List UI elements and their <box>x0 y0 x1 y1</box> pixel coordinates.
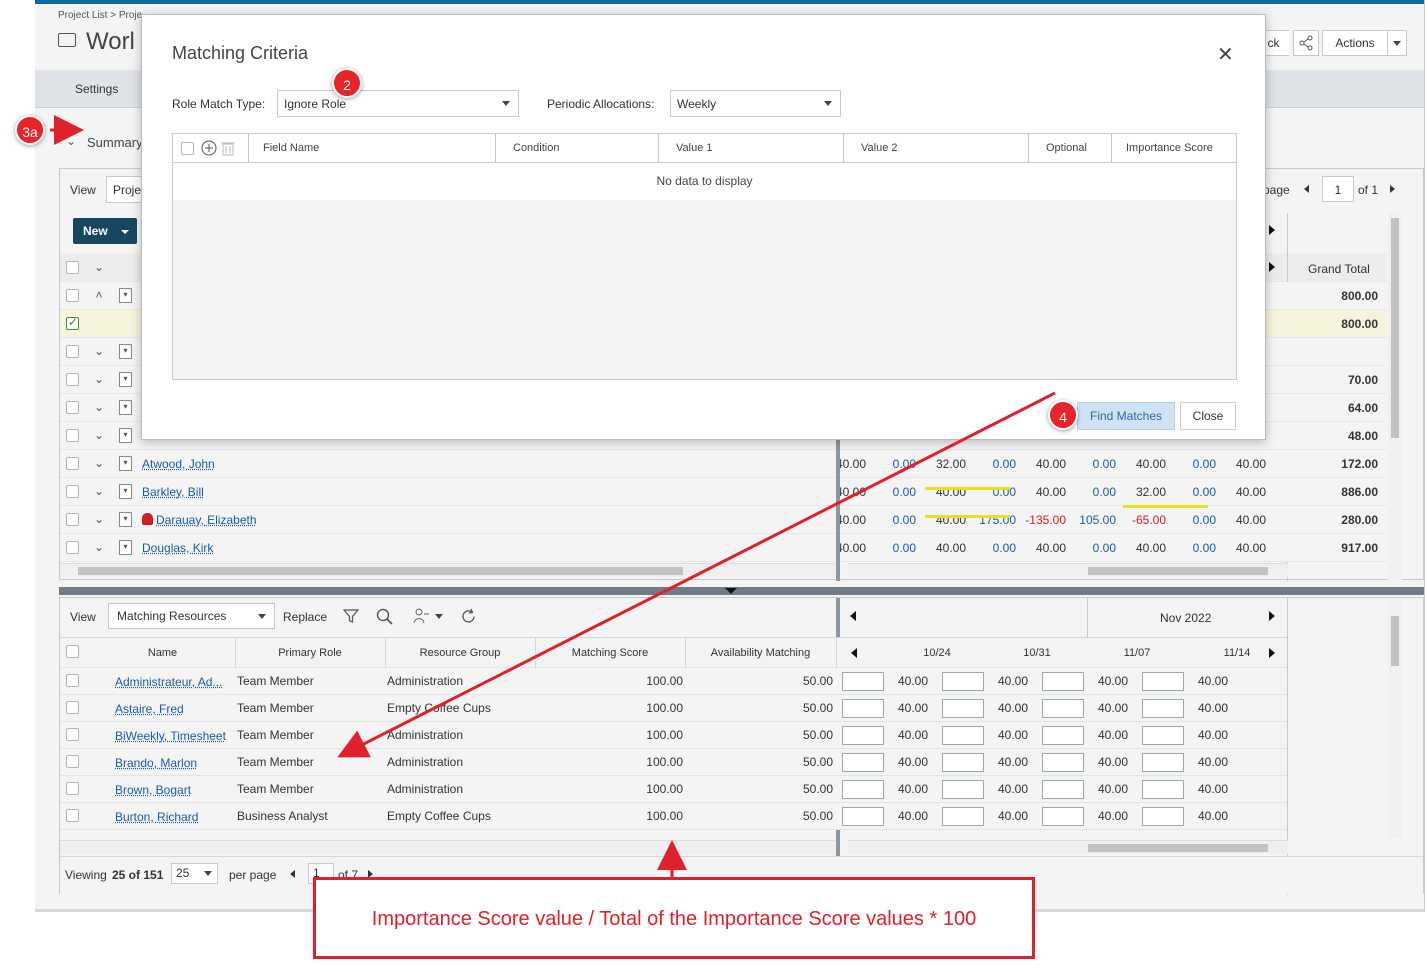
badge-3a: 3a <box>15 115 45 145</box>
annotation-arrows <box>50 115 1056 877</box>
arrow-4-to-grid <box>337 391 1056 758</box>
formula-note: Importance Score value / Total of the Im… <box>313 877 1035 959</box>
badge-2: 2 <box>332 68 362 98</box>
badge-4: 4 <box>1048 400 1078 430</box>
